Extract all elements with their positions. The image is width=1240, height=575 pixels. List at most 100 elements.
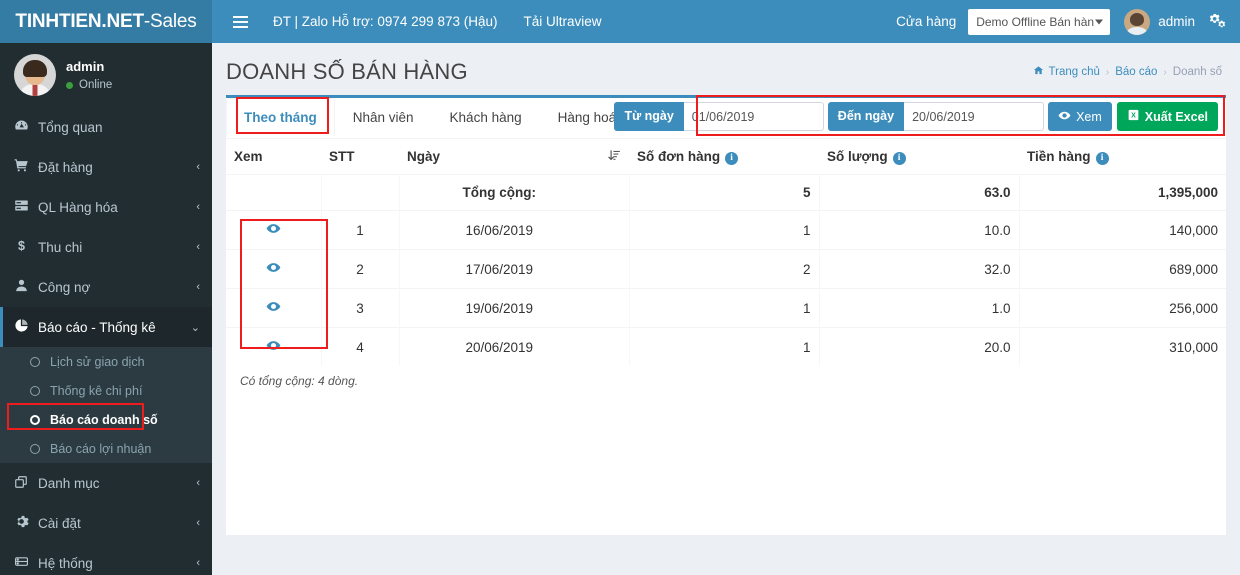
sidebar-item-thu-chi[interactable]: $ Thu chi ‹: [0, 227, 212, 267]
sidebar-item-he-thong[interactable]: Hệ thống ‹: [0, 543, 212, 575]
menu-icon[interactable]: [220, 0, 260, 43]
row-ngay: 20/06/2019: [398, 327, 599, 366]
row-spacer: [599, 288, 629, 328]
sidebar-item-cai-dat[interactable]: Cài đặt ‹: [0, 503, 212, 543]
row-ngay: 17/06/2019: [398, 249, 599, 289]
eye-icon[interactable]: [266, 223, 281, 239]
to-date-group: Đến ngày: [827, 102, 1045, 131]
view-button-label: Xem: [1076, 109, 1102, 124]
breadcrumb-home[interactable]: Trang chủ: [1049, 66, 1100, 78]
row-view-cell[interactable]: [226, 249, 321, 289]
row-view-cell[interactable]: [226, 327, 321, 366]
total-empty-xem: [226, 175, 321, 211]
sidebar-item-tong-quan[interactable]: Tổng quan: [0, 107, 212, 147]
sidebar-subitem-label: Báo cáo lợi nhuận: [50, 441, 152, 456]
eye-icon: [1058, 109, 1071, 125]
sidebar-item-label: Tổng quan: [38, 119, 103, 135]
boxes-icon: [14, 198, 38, 216]
tab-khach-hang[interactable]: Khách hàng: [432, 98, 540, 138]
home-icon: [1033, 65, 1044, 79]
total-empty-stt: [320, 174, 399, 211]
row-so-don-hang: 2: [628, 249, 819, 289]
eye-icon[interactable]: [266, 340, 281, 356]
copy-icon: [14, 475, 38, 492]
cart-icon: [14, 158, 38, 176]
logo-light-text: -Sales: [143, 10, 197, 32]
sidebar-user-status: Online: [66, 74, 112, 91]
sidebar-user-status-label: Online: [79, 79, 113, 91]
sidebar-item-ql-hang-hoa[interactable]: QL Hàng hóa ‹: [0, 187, 212, 227]
table-head: Xem STT Ngày Số đơn hàng i Số lượng i Ti…: [226, 139, 1226, 175]
row-stt: 1: [320, 210, 399, 250]
sidebar-submenu-wrap: Lịch sử giao dịch Thống kê chi phí Báo c…: [0, 347, 212, 463]
tab-label: Nhân viên: [352, 110, 414, 125]
header-tien-hang-cell: Tiền hàng i: [1019, 139, 1226, 175]
export-excel-button[interactable]: X Xuất Excel: [1116, 102, 1218, 131]
pie-chart-icon: [14, 318, 38, 336]
row-so-don-hang: 1: [628, 210, 819, 250]
row-stt: 3: [320, 288, 399, 328]
table-row: 3 19/06/2019 1 1.0 256,000: [226, 288, 1226, 328]
ultraview-download-link[interactable]: Tải Ultraview: [510, 0, 614, 43]
sidebar-subitem-lich-su-giao-dich[interactable]: Lịch sử giao dịch: [0, 347, 212, 376]
support-phone-link[interactable]: ĐT | Zalo Hỗ trợ: 0974 299 873 (Hậu): [260, 0, 510, 43]
navbar-avatar[interactable]: [1124, 8, 1151, 35]
dashboard-icon: [14, 118, 38, 136]
breadcrumb-bao-cao[interactable]: Báo cáo: [1115, 66, 1157, 78]
sidebar-subitem-bao-cao-loi-nhuan[interactable]: Báo cáo lợi nhuận: [0, 434, 212, 463]
export-excel-label: Xuất Excel: [1144, 109, 1208, 124]
sidebar-item-danh-muc[interactable]: Danh mục ‹: [0, 463, 212, 503]
chevron-left-icon: ‹: [196, 477, 200, 489]
sidebar-item-label: Danh mục: [38, 475, 100, 491]
row-view-cell[interactable]: [226, 210, 321, 250]
row-tien-hang: 256,000: [1018, 288, 1226, 328]
sidebar-subitem-bao-cao-doanh-so[interactable]: Báo cáo doanh số: [0, 405, 212, 434]
view-button[interactable]: Xem: [1048, 102, 1112, 131]
total-so-don-hang: 5: [628, 174, 819, 211]
sidebar-subitem-label: Báo cáo doanh số: [50, 412, 158, 427]
sidebar-item-bao-cao-thong-ke[interactable]: Báo cáo - Thống kê ⌄: [0, 307, 212, 347]
breadcrumb-separator: ›: [1105, 66, 1110, 78]
user-icon: [14, 278, 38, 296]
eye-icon[interactable]: [266, 262, 281, 278]
header-so-luong: Số lượng: [827, 148, 888, 164]
navbar-user-name[interactable]: admin: [1158, 14, 1209, 29]
row-ngay: 19/06/2019: [398, 288, 599, 328]
sidebar-item-label: Công nợ: [38, 279, 91, 295]
report-box: Theo tháng Nhân viên Khách hàng Hàng hoá…: [226, 95, 1226, 535]
from-date-input[interactable]: [683, 102, 824, 131]
store-select[interactable]: Demo Offline Bán hàn: [968, 8, 1111, 35]
avatar[interactable]: [14, 54, 56, 96]
info-icon[interactable]: i: [892, 151, 906, 165]
breadcrumb-current: Doanh số: [1172, 66, 1222, 78]
sidebar-user-name: admin: [66, 59, 105, 74]
row-stt: 4: [320, 327, 399, 366]
header-so-don-hang: Số đơn hàng: [637, 148, 721, 164]
sidebar: admin Online Tổng quan Đặt hàng ‹ QL Hàn…: [0, 43, 212, 575]
info-icon[interactable]: i: [725, 151, 739, 165]
tab-label: Theo tháng: [226, 98, 335, 137]
sidebar-item-cong-no[interactable]: Công nợ ‹: [0, 267, 212, 307]
server-icon: [14, 554, 38, 572]
row-view-cell[interactable]: [226, 288, 321, 328]
chevron-left-icon: ‹: [196, 161, 200, 173]
circle-o-icon: [30, 385, 40, 396]
sidebar-item-dat-hang[interactable]: Đặt hàng ‹: [0, 147, 212, 187]
tab-nhan-vien[interactable]: Nhân viên: [335, 98, 432, 138]
app-root: TINHTIEN.NET -Sales ĐT | Zalo Hỗ trợ: 097…: [0, 0, 1240, 575]
row-spacer: [599, 210, 629, 250]
app-logo[interactable]: TINHTIEN.NET -Sales: [0, 0, 212, 43]
info-icon[interactable]: i: [1095, 151, 1109, 165]
table-row: 4 20/06/2019 1 20.0 310,000: [226, 327, 1226, 366]
gear-icon[interactable]: [1209, 11, 1230, 33]
sort-amount-desc-icon[interactable]: [607, 150, 621, 165]
header-sort-cell[interactable]: [599, 139, 629, 175]
eye-icon[interactable]: [266, 301, 281, 317]
circle-o-icon: [30, 356, 40, 367]
sidebar-subitem-thong-ke-chi-phi[interactable]: Thống kê chi phí: [0, 376, 212, 405]
sidebar-subitem-label: Thống kê chi phí: [50, 383, 143, 398]
row-so-don-hang: 1: [628, 327, 819, 366]
to-date-input[interactable]: [904, 102, 1045, 131]
tab-theo-thang[interactable]: Theo tháng: [226, 98, 335, 138]
from-date-group: Từ ngày: [614, 102, 824, 131]
